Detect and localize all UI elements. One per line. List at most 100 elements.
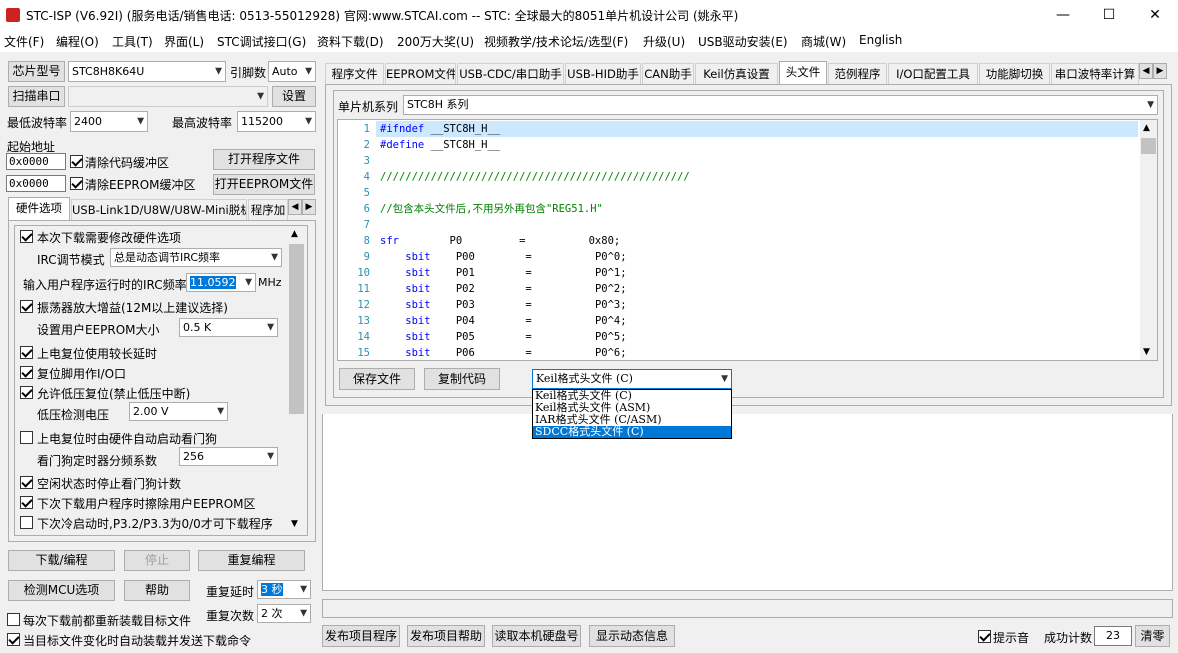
scroll-down-icon[interactable]: ▼ (291, 519, 298, 529)
show-dynamic-info-button[interactable]: 显示动态信息 (589, 625, 675, 647)
menu-tools[interactable]: 工具(T) (112, 33, 153, 50)
port-select[interactable]: ▼ (68, 86, 268, 107)
tab-usb-link-offline[interactable]: USB-Link1D/U8W/U8W-Mini脱机 (71, 199, 247, 221)
menu-prize[interactable]: 200万大奖(U) (397, 33, 474, 50)
menu-interface[interactable]: 界面(L) (164, 33, 204, 50)
scroll-up-icon[interactable]: ▲ (291, 229, 298, 239)
options-scroll-thumb[interactable] (289, 244, 304, 414)
clear-code-buffer-checkbox[interactable] (70, 154, 83, 168)
tab-header-file[interactable]: 头文件 (779, 61, 827, 85)
tab-keil-debug[interactable]: Keil仿真设置 (695, 63, 778, 85)
menu-download-docs[interactable]: 资料下载(D) (317, 33, 384, 50)
pin-count-select[interactable]: Auto ▼ (268, 61, 316, 82)
cold-start-pin-checkbox[interactable] (20, 515, 33, 529)
auto-watchdog-checkbox[interactable] (20, 430, 33, 444)
min-baud-label: 最低波特率 (7, 116, 68, 130)
publish-program-button[interactable]: 发布项目程序 (322, 625, 400, 647)
stop-button[interactable]: 停止 (124, 550, 190, 571)
splitter[interactable] (322, 406, 1173, 414)
header-format-dropdown: Keil格式头文件 (C) Keil格式头文件 (ASM) IAR格式头文件 (… (532, 389, 732, 439)
max-baud-select[interactable]: 115200 ▼ (237, 111, 316, 132)
chip-type-select[interactable]: STC8H8K64U ▼ (68, 61, 226, 82)
eeprom-start-address-input[interactable]: 0x0000 (6, 175, 66, 192)
open-eeprom-file-button[interactable]: 打开EEPROM文件 (213, 174, 315, 195)
reload-before-download-checkbox[interactable] (7, 612, 20, 626)
menu-upgrade[interactable]: 升级(U) (643, 33, 685, 50)
help-button[interactable]: 帮助 (124, 580, 190, 601)
menu-file[interactable]: 文件(F) (4, 33, 44, 50)
scroll-up-icon[interactable]: ▲ (1143, 123, 1150, 133)
maximize-button[interactable]: ☐ (1086, 0, 1132, 30)
menu-english[interactable]: English (859, 33, 902, 47)
editor-scrollbar[interactable] (1140, 120, 1157, 360)
tab-eeprom-file[interactable]: EEPROM文件 (385, 63, 456, 85)
prompt-sound-checkbox[interactable] (978, 629, 991, 643)
irc-frequency-select[interactable]: 11.0592 ▼ (186, 273, 256, 292)
close-button[interactable]: ✕ (1132, 0, 1178, 30)
low-voltage-select[interactable]: 2.00 V ▼ (129, 402, 228, 421)
reprogram-button[interactable]: 重复编程 (198, 550, 305, 571)
auto-watchdog-label: 上电复位时由硬件自动启动看门狗 (37, 432, 218, 446)
long-reset-delay-checkbox[interactable] (20, 345, 33, 359)
mcu-series-select[interactable]: STC8H 系列 ▼ (403, 95, 1158, 115)
tab-usb-hid[interactable]: USB-HID助手 (565, 63, 641, 85)
erase-eeprom-checkbox[interactable] (20, 495, 33, 509)
copy-code-button[interactable]: 复制代码 (424, 368, 500, 390)
read-disk-id-button[interactable]: 读取本机硬盘号 (492, 625, 581, 647)
eeprom-size-select[interactable]: 0.5 K ▼ (179, 318, 278, 337)
auto-reload-label: 当目标文件变化时自动装载并发送下载命令 (23, 634, 252, 648)
settings-button[interactable]: 设置 (272, 86, 316, 107)
minimize-button[interactable]: — (1040, 0, 1086, 30)
tab-baud-calc[interactable]: 串口波特率计算 (1051, 63, 1139, 85)
code-text: P01 = P0^1; (430, 267, 627, 279)
publish-help-button[interactable]: 发布项目帮助 (407, 625, 485, 647)
clear-eeprom-buffer-label: 清除EEPROM缓冲区 (85, 178, 196, 192)
tab-scroll-right-icon[interactable]: ▶ (1153, 63, 1167, 79)
watchdog-prescaler-select[interactable]: 256 ▼ (179, 447, 278, 466)
scan-port-button[interactable]: 扫描串口 (8, 86, 65, 107)
tab-hardware-options[interactable]: 硬件选项 (8, 197, 70, 221)
low-voltage-reset-checkbox[interactable] (20, 385, 33, 399)
min-baud-select[interactable]: 2400 ▼ (70, 111, 148, 132)
menu-debug-interface[interactable]: STC调试接口(G) (217, 33, 306, 50)
chip-type-button[interactable]: 芯片型号 (8, 61, 65, 82)
modify-hw-options-checkbox[interactable] (20, 229, 33, 243)
editor-scroll-thumb[interactable] (1141, 138, 1156, 154)
code-line: //包含本头文件后,不用另外再包含"REG51.H" (380, 201, 603, 217)
header-format-select[interactable]: Keil格式头文件 (C) ▼ (532, 369, 732, 389)
format-option-sdcc[interactable]: SDCC格式头文件 (C) (533, 426, 731, 438)
tab-pin-switch[interactable]: 功能脚切换 (979, 63, 1050, 85)
download-program-button[interactable]: 下载/编程 (8, 550, 115, 571)
menu-video-forum[interactable]: 视频教学/技术论坛/选型(F) (484, 33, 628, 50)
tab-usb-cdc-serial[interactable]: USB-CDC/串口助手 (457, 63, 564, 85)
tab-io-config[interactable]: I/O口配置工具 (888, 63, 978, 85)
reset-pin-io-checkbox[interactable] (20, 365, 33, 379)
menu-usb-driver[interactable]: USB驱动安装(E) (698, 33, 788, 50)
osc-gain-checkbox[interactable] (20, 299, 33, 313)
output-log-area[interactable] (322, 413, 1173, 591)
clear-count-button[interactable]: 清零 (1135, 625, 1170, 647)
tab-can[interactable]: CAN助手 (642, 63, 694, 85)
tab-sample-programs[interactable]: 范例程序 (828, 63, 887, 85)
repeat-delay-select[interactable]: 3 秒 ▼ (257, 580, 311, 599)
code-token: sbit (380, 251, 431, 263)
save-file-button[interactable]: 保存文件 (339, 368, 415, 390)
menu-store[interactable]: 商城(W) (801, 33, 846, 50)
idle-stop-watchdog-checkbox[interactable] (20, 475, 33, 489)
clear-eeprom-buffer-checkbox[interactable] (70, 176, 83, 190)
auto-reload-checkbox[interactable] (7, 632, 20, 646)
tab-scroll-left-icon[interactable]: ◀ (288, 199, 302, 215)
tab-scroll-right-icon[interactable]: ▶ (302, 199, 316, 215)
detect-mcu-options-button[interactable]: 检测MCU选项 (8, 580, 115, 601)
code-text: P02 = P0^2; (430, 283, 627, 295)
tab-scroll-left-icon[interactable]: ◀ (1139, 63, 1153, 79)
open-program-file-button[interactable]: 打开程序文件 (213, 149, 315, 170)
tab-program-encrypt[interactable]: 程序加 (248, 199, 288, 221)
tab-program-file[interactable]: 程序文件 (325, 63, 384, 85)
scroll-down-icon[interactable]: ▼ (1143, 347, 1150, 357)
menu-program[interactable]: 编程(O) (56, 33, 99, 50)
line-number: 2 (363, 139, 370, 151)
irc-mode-select[interactable]: 总是动态调节IRC频率 ▼ (110, 248, 282, 267)
repeat-count-select[interactable]: 2 次 ▼ (257, 604, 311, 623)
code-start-address-input[interactable]: 0x0000 (6, 153, 66, 170)
